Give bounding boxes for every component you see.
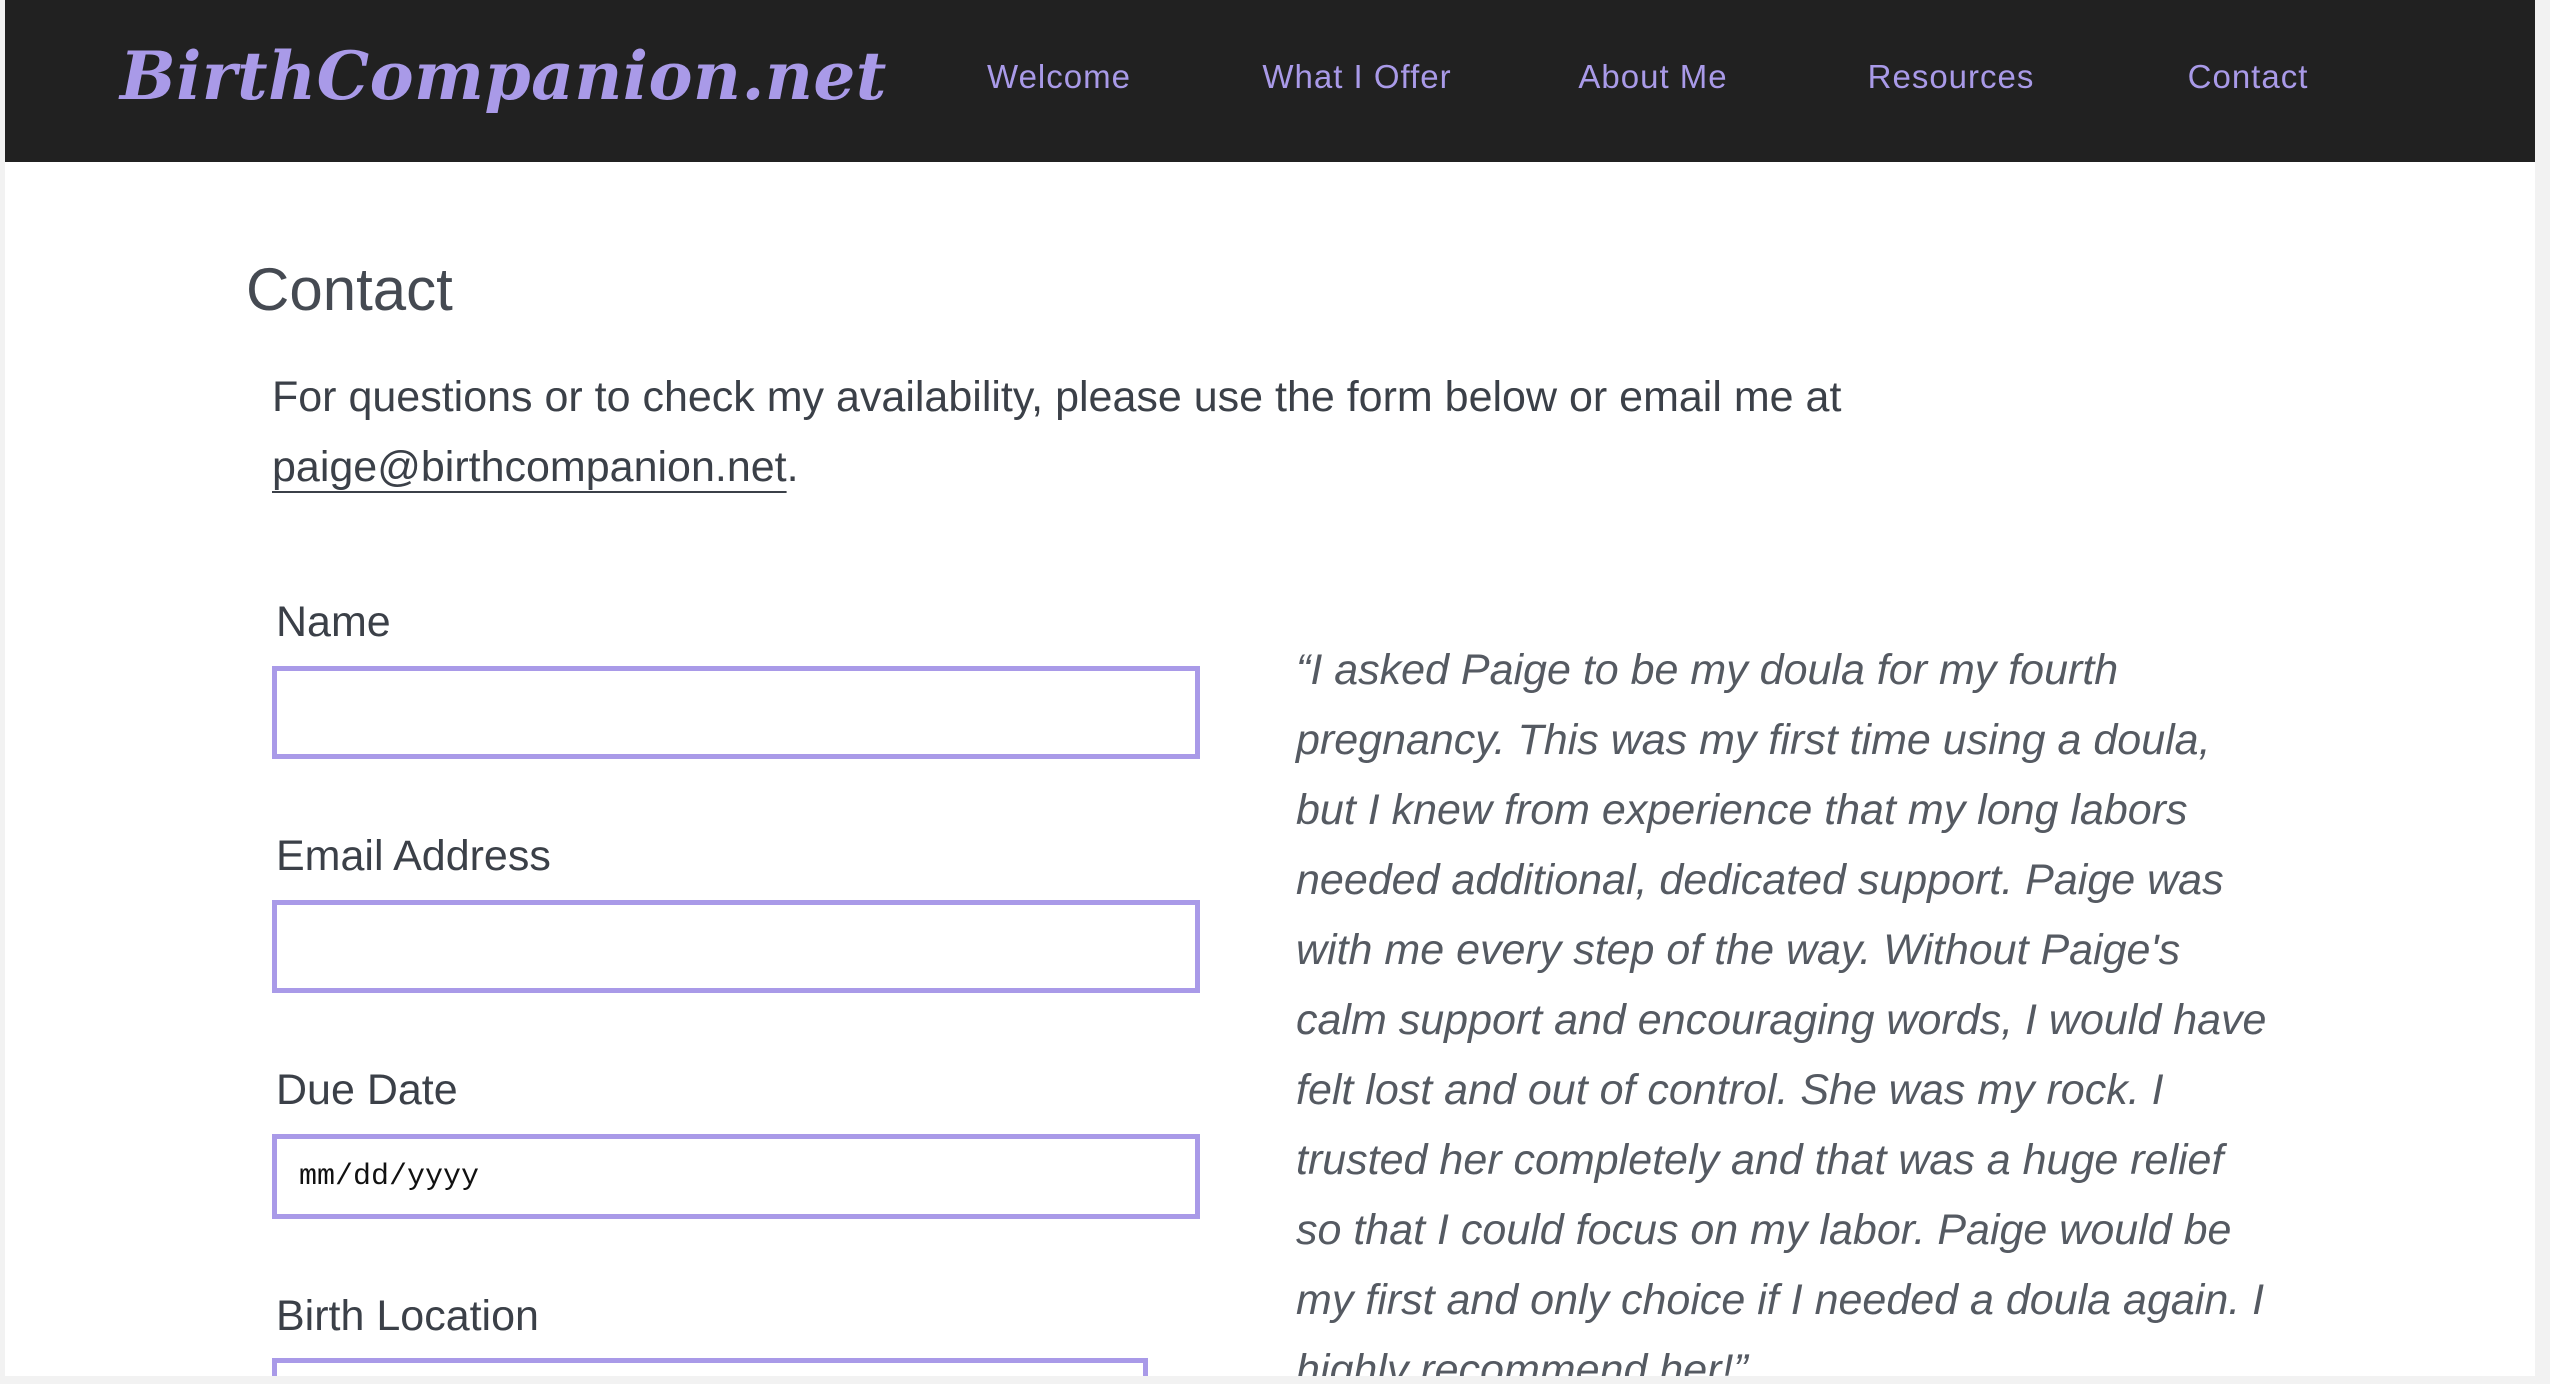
due-date-input[interactable] — [272, 1134, 1200, 1219]
intro-suffix: . — [786, 443, 799, 491]
name-label: Name — [276, 598, 391, 646]
top-navbar: BirthCompanion.net Welcome What I Offer … — [5, 0, 2535, 162]
birth-location-label: Birth Location — [276, 1292, 539, 1340]
testimonial-quote: “I asked Paige to be my doula for my fou… — [1296, 646, 2267, 1384]
nav-link-resources[interactable]: Resources — [1868, 52, 2035, 102]
name-input[interactable] — [272, 666, 1200, 759]
page-title: Contact — [246, 256, 453, 323]
nav-link-about-me[interactable]: About Me — [1578, 52, 1727, 102]
due-date-label: Due Date — [276, 1066, 458, 1114]
bottom-edge — [0, 1376, 2550, 1384]
contact-intro: For questions or to check my availabilit… — [272, 362, 1932, 502]
email-link[interactable]: paige@birthcompanion.net — [272, 443, 787, 491]
nav-link-welcome[interactable]: Welcome — [987, 52, 1131, 102]
email-address-input[interactable] — [272, 900, 1200, 993]
brand-logo-link[interactable]: BirthCompanion.net — [120, 26, 887, 126]
nav-link-what-i-offer[interactable]: What I Offer — [1262, 52, 1451, 102]
intro-text: For questions or to check my availabilit… — [272, 373, 1842, 421]
nav-link-contact[interactable]: Contact — [2188, 52, 2309, 102]
email-address-label: Email Address — [276, 832, 551, 880]
page: BirthCompanion.net Welcome What I Offer … — [0, 0, 2550, 1384]
